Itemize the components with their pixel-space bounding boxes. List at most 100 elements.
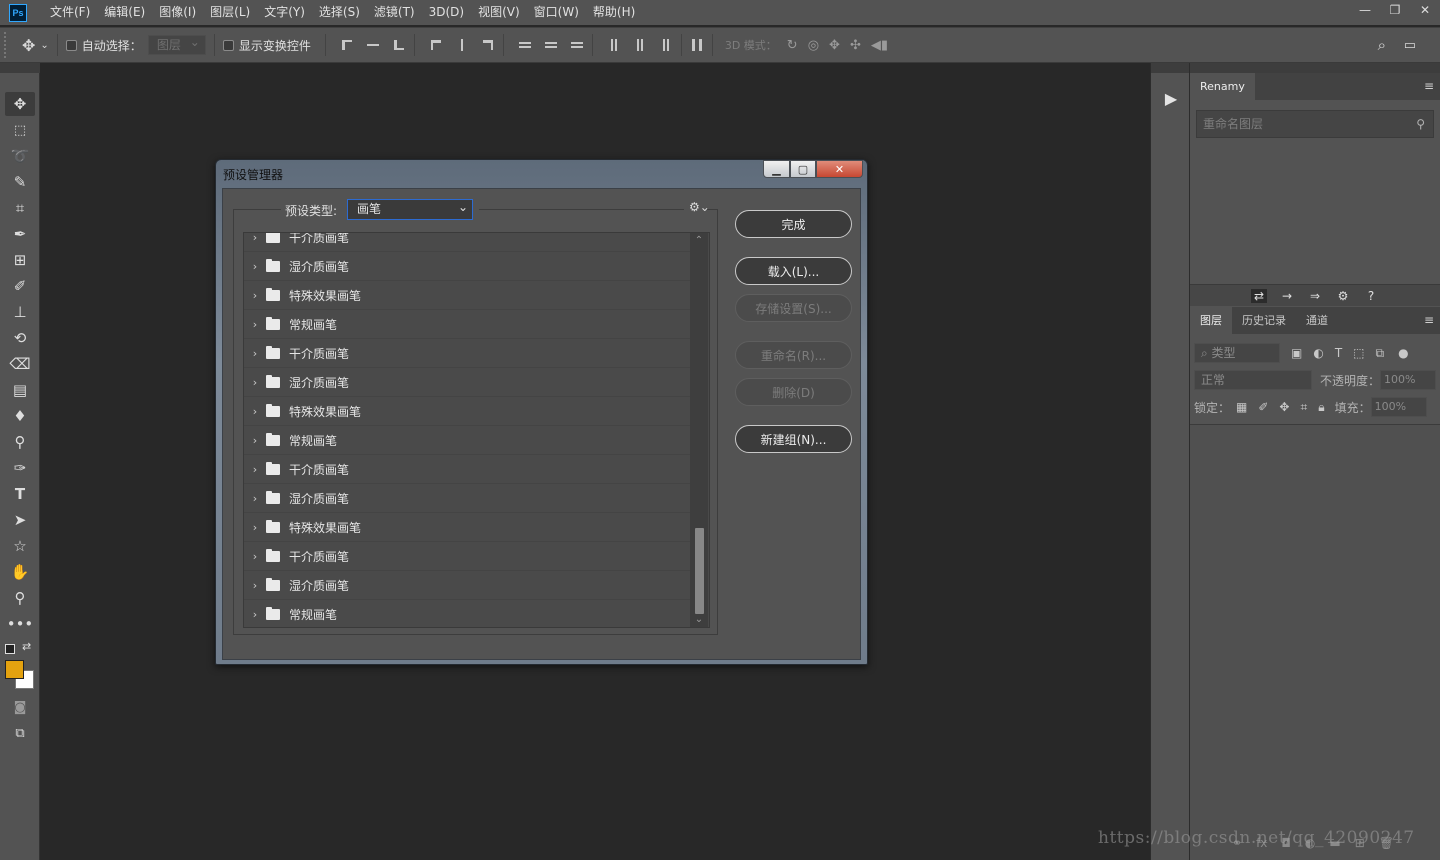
- chevron-right-icon[interactable]: ›: [244, 233, 266, 244]
- filter-toggle-icon[interactable]: ●: [1398, 346, 1408, 360]
- eyedropper-tool-icon[interactable]: ✒: [5, 222, 35, 246]
- eraser-tool-icon[interactable]: ⌫: [5, 352, 35, 376]
- list-item[interactable]: › 干介质画笔: [244, 542, 691, 571]
- chevron-right-icon[interactable]: ›: [244, 289, 266, 302]
- default-colors-icon[interactable]: [5, 644, 15, 654]
- new-group-button[interactable]: 新建组(N)...: [735, 425, 852, 453]
- layers-list[interactable]: [1190, 424, 1440, 860]
- adjustment-filter-icon[interactable]: ◐: [1313, 346, 1323, 360]
- double-arrow-icon[interactable]: ⇒: [1307, 289, 1323, 303]
- smart-object-filter-icon[interactable]: ⧉: [1376, 346, 1385, 361]
- list-item[interactable]: › 干介质画笔: [244, 455, 691, 484]
- panel-menu-icon[interactable]: ≡: [1424, 79, 1434, 93]
- distribute-right-icon[interactable]: [659, 38, 673, 52]
- restore-button[interactable]: ❐: [1380, 0, 1410, 20]
- lock-artboard-icon[interactable]: ⌗: [1300, 400, 1307, 415]
- chevron-right-icon[interactable]: ›: [244, 347, 266, 360]
- chevron-right-icon[interactable]: ›: [244, 608, 266, 621]
- show-transform-checkbox[interactable]: [222, 39, 234, 51]
- options-grip[interactable]: [4, 32, 10, 58]
- foreground-color-swatch[interactable]: [5, 660, 24, 679]
- menu-item[interactable]: 文件(F): [43, 0, 97, 25]
- distribute-top-icon[interactable]: [518, 38, 532, 52]
- distribute-bottom-icon[interactable]: [570, 38, 584, 52]
- distribute-hcenter-icon[interactable]: [633, 38, 647, 52]
- list-item[interactable]: › 特殊效果画笔: [244, 281, 691, 310]
- list-item[interactable]: › 湿介质画笔: [244, 571, 691, 600]
- list-item[interactable]: › 干介质画笔: [244, 233, 691, 252]
- menu-item[interactable]: 编辑(E): [97, 0, 152, 25]
- dialog-close-button[interactable]: ✕: [816, 160, 863, 178]
- gear-icon[interactable]: ⚙︎⌄: [689, 200, 710, 214]
- auto-select-dropdown[interactable]: 图层: [147, 33, 206, 55]
- list-item[interactable]: › 常规画笔: [244, 426, 691, 455]
- type-filter-icon[interactable]: T: [1335, 346, 1342, 360]
- settings-icon[interactable]: ⚙: [1335, 289, 1351, 303]
- kind-filter-dropdown[interactable]: ⌕ 类型: [1194, 343, 1280, 363]
- tab-channels[interactable]: 通道: [1296, 307, 1338, 334]
- distribute-left-icon[interactable]: [607, 38, 621, 52]
- chevron-right-icon[interactable]: ›: [244, 492, 266, 505]
- preset-type-select[interactable]: 画笔 ⌄: [347, 199, 473, 220]
- zoom-tool-icon[interactable]: ⚲: [5, 586, 35, 610]
- shape-tool-icon[interactable]: ☆: [5, 534, 35, 558]
- blur-tool-icon[interactable]: ♦: [5, 404, 35, 428]
- chevron-right-icon[interactable]: ›: [244, 434, 266, 447]
- save-settings-button[interactable]: 存储设置(S)...: [735, 294, 852, 322]
- 3d-scale-icon[interactable]: ◀▮: [871, 38, 888, 53]
- minimize-button[interactable]: —: [1350, 0, 1380, 20]
- move-tool-icon[interactable]: ✥: [5, 92, 35, 116]
- chevron-right-icon[interactable]: ›: [244, 376, 266, 389]
- list-item[interactable]: › 湿介质画笔: [244, 368, 691, 397]
- gradient-tool-icon[interactable]: ▤: [5, 378, 35, 402]
- list-scrollbar[interactable]: ⌃ ⌄: [690, 233, 708, 627]
- tool-preset-chevron-icon[interactable]: ⌄: [40, 40, 48, 51]
- more-tools-icon[interactable]: •••: [5, 612, 35, 636]
- rename-layer-input[interactable]: 重命名图层 ⚲: [1196, 110, 1434, 138]
- quick-mask-icon[interactable]: ◙: [5, 695, 35, 719]
- tab-layers[interactable]: 图层: [1190, 307, 1232, 334]
- delete-button[interactable]: 删除(D): [735, 378, 852, 406]
- menu-item[interactable]: 3D(D): [422, 0, 471, 25]
- help-icon[interactable]: ?: [1363, 289, 1379, 303]
- history-brush-tool-icon[interactable]: ⟲: [5, 326, 35, 350]
- path-selection-tool-icon[interactable]: ➤: [5, 508, 35, 532]
- menu-item[interactable]: 图层(L): [203, 0, 257, 25]
- chevron-right-icon[interactable]: ›: [244, 521, 266, 534]
- panel-menu-icon[interactable]: ≡: [1424, 313, 1434, 327]
- dialog-titlebar[interactable]: 预设管理器 ▁ ▢ ✕: [216, 160, 867, 187]
- stamp-tool-icon[interactable]: ⊥: [5, 300, 35, 324]
- load-button[interactable]: 载入(L)...: [735, 257, 852, 285]
- chevron-right-icon[interactable]: ›: [244, 318, 266, 331]
- marquee-tool-icon[interactable]: ⬚: [5, 118, 35, 142]
- align-hcenter-icon[interactable]: [455, 38, 469, 52]
- search-icon[interactable]: ⌕: [1378, 36, 1386, 54]
- align-right-icon[interactable]: [481, 38, 495, 52]
- chevron-right-icon[interactable]: ›: [244, 260, 266, 273]
- panel-header[interactable]: [1190, 63, 1440, 73]
- dialog-maximize-button[interactable]: ▢: [790, 160, 816, 178]
- chevron-right-icon[interactable]: ›: [244, 579, 266, 592]
- scroll-down-icon[interactable]: ⌄: [690, 614, 708, 625]
- menu-item[interactable]: 窗口(W): [527, 0, 586, 25]
- align-bottom-icon[interactable]: [392, 38, 406, 52]
- chevron-right-icon[interactable]: ›: [244, 463, 266, 476]
- lock-all-icon[interactable]: 🔒︎: [1318, 400, 1324, 415]
- move-tool-icon[interactable]: ✥: [22, 36, 35, 55]
- toolbar-header[interactable]: [0, 63, 40, 73]
- screen-mode-icon[interactable]: ⧉: [5, 721, 35, 745]
- frame-tool-icon[interactable]: ⊞: [5, 248, 35, 272]
- dialog-minimize-button[interactable]: ▁: [763, 160, 790, 178]
- preset-list[interactable]: › 干介质画笔 › 湿介质画笔 › 特殊效果画笔 › 常规画笔 › 干介质画笔 › 湿介质画笔 › 特殊效…: [243, 232, 710, 628]
- menu-item[interactable]: 视图(V): [471, 0, 527, 25]
- dock-header[interactable]: [1151, 63, 1189, 73]
- menu-item[interactable]: 图像(I): [152, 0, 203, 25]
- fill-input[interactable]: 100%: [1370, 397, 1427, 417]
- swap-colors-icon[interactable]: ⇄: [22, 640, 31, 653]
- opacity-input[interactable]: 100%: [1380, 370, 1437, 390]
- menu-item[interactable]: 滤镜(T): [367, 0, 422, 25]
- dodge-tool-icon[interactable]: ⚲: [5, 430, 35, 454]
- list-item[interactable]: › 特殊效果画笔: [244, 513, 691, 542]
- 3d-slide-icon[interactable]: ✣: [850, 38, 861, 53]
- search-icon[interactable]: ⚲: [1416, 111, 1425, 137]
